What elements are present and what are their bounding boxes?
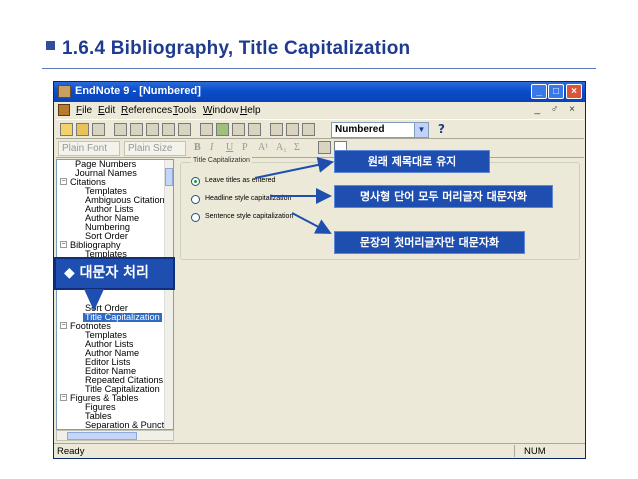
sort-icon[interactable] — [178, 123, 191, 136]
collapse-icon[interactable]: − — [60, 241, 67, 248]
format-paper-icon[interactable] — [248, 123, 261, 136]
tree-horizontal-scrollbar[interactable] — [56, 430, 174, 441]
plain-button[interactable]: P — [242, 142, 248, 153]
collapse-icon[interactable]: − — [60, 394, 67, 401]
cut-icon[interactable] — [114, 123, 127, 136]
style-select[interactable]: Numbered ▼ — [331, 122, 429, 138]
sentence-style-radio[interactable] — [191, 213, 200, 222]
library-icon[interactable] — [200, 123, 213, 136]
style-select-value: Numbered — [335, 124, 385, 135]
mdi-buttons[interactable]: _ ♂ × — [535, 104, 579, 115]
superscript-button[interactable]: A¹ — [258, 142, 268, 153]
leave-titles-label[interactable]: Leave titles as entered — [205, 177, 275, 184]
find-icon[interactable] — [162, 123, 175, 136]
collapse-icon[interactable]: − — [60, 178, 67, 185]
align-icon[interactable] — [318, 141, 331, 154]
callout-keep-original: 원래 제목대로 유지 — [334, 150, 490, 173]
format-bibliography-icon[interactable] — [232, 123, 245, 136]
new-icon[interactable] — [60, 123, 73, 136]
save-icon[interactable] — [92, 123, 105, 136]
italic-button[interactable]: I — [210, 142, 213, 153]
subscript-button[interactable]: A₁ — [276, 142, 287, 153]
maximize-button[interactable]: □ — [548, 84, 564, 99]
font-select[interactable]: Plain Font — [58, 141, 120, 156]
preview-icon[interactable] — [286, 123, 299, 136]
spell-check-icon[interactable] — [270, 123, 283, 136]
title-rule — [42, 68, 596, 69]
leave-titles-radio[interactable] — [191, 177, 200, 186]
main-toolbar: Numbered ▼ ? — [56, 119, 584, 139]
symbol-button[interactable]: Σ — [294, 142, 300, 153]
menu-window[interactable]: Window — [203, 105, 239, 116]
capitalization-badge: ◆ 대문자 처리 — [54, 257, 175, 290]
headline-style-label[interactable]: Headline style capitalization — [205, 195, 291, 202]
copy-icon[interactable] — [130, 123, 143, 136]
menu-tools[interactable]: Tools — [173, 105, 196, 116]
menu-help[interactable]: Help — [240, 105, 261, 116]
size-select[interactable]: Plain Size — [124, 141, 186, 156]
num-lock-indicator: NUM — [524, 446, 546, 457]
scroll-thumb[interactable] — [165, 168, 173, 186]
minimize-button[interactable]: _ — [531, 84, 547, 99]
window-titlebar[interactable]: EndNote 9 - [Numbered] _ □ × — [54, 82, 585, 102]
tree-vertical-scrollbar[interactable] — [164, 160, 173, 429]
close-button[interactable]: × — [566, 84, 582, 99]
scroll-thumb[interactable] — [67, 432, 137, 440]
style-icon[interactable] — [302, 123, 315, 136]
bold-button[interactable]: B — [194, 142, 201, 153]
status-text: Ready — [57, 446, 85, 457]
menu-edit[interactable]: Edit — [98, 105, 115, 116]
window-title: EndNote 9 - [Numbered] — [75, 85, 201, 97]
callout-headline: 명사형 단어 모두 머리글자 대문자화 — [334, 185, 553, 208]
sentence-style-label[interactable]: Sentence style capitalization — [205, 213, 293, 220]
group-title: Title Capitalization — [191, 157, 252, 164]
status-divider — [514, 445, 515, 457]
title-bullet — [46, 41, 55, 50]
menu-references[interactable]: References — [121, 105, 172, 116]
underline-button[interactable]: U — [226, 142, 233, 153]
document-icon[interactable] — [58, 104, 70, 116]
style-tree: Page Numbers Journal Names − Citations T… — [56, 159, 174, 430]
status-bar: Ready NUM — [54, 443, 585, 458]
paste-icon[interactable] — [146, 123, 159, 136]
open-icon[interactable] — [76, 123, 89, 136]
chevron-down-icon[interactable]: ▼ — [414, 123, 428, 137]
help-icon[interactable]: ? — [438, 122, 445, 136]
callout-sentence: 문장의 첫머리글자만 대문자화 — [334, 231, 525, 254]
menu-file[interactable]: File — [76, 105, 92, 116]
endnote-app-icon — [58, 85, 71, 98]
slide-title: 1.6.4 Bibliography, Title Capitalization — [62, 38, 411, 59]
tree-item[interactable]: Separation & Punctu — [85, 420, 169, 429]
badge-pointer — [84, 289, 104, 311]
headline-style-radio[interactable] — [191, 195, 200, 204]
insert-citation-icon[interactable] — [216, 123, 229, 136]
collapse-icon[interactable]: − — [60, 322, 67, 329]
menubar: File Edit References Tools Window Help _… — [54, 102, 585, 119]
format-toolbar: Plain Font Plain Size B I U P A¹ A₁ Σ — [56, 139, 584, 158]
